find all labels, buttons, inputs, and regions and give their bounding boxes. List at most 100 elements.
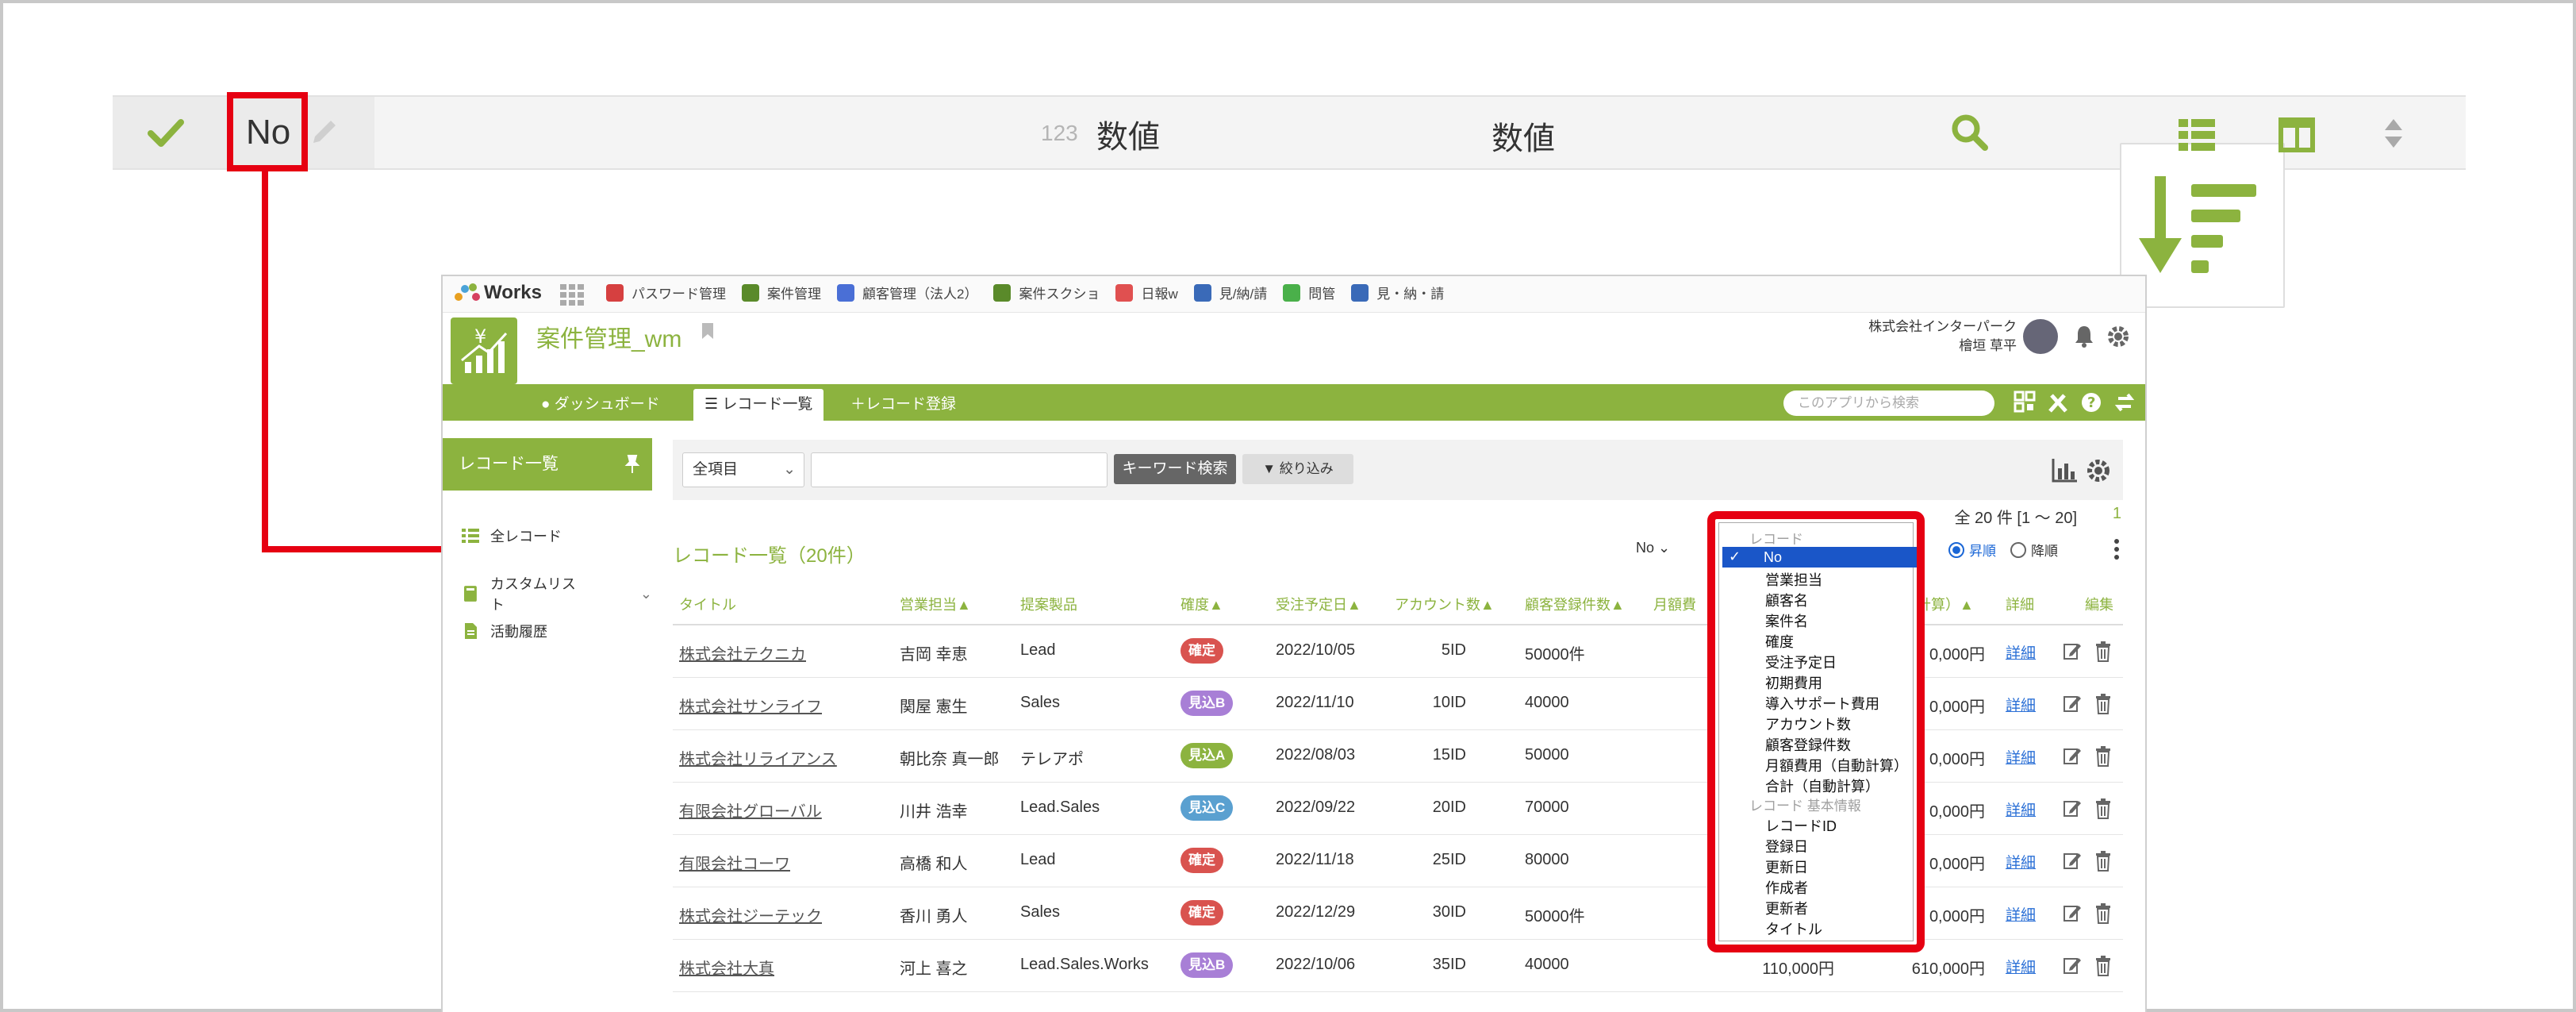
dropdown-option[interactable]: 月額費用（自動計算）	[1765, 755, 1908, 775]
detail-link[interactable]: 詳細	[2006, 694, 2036, 715]
detail-link[interactable]: 詳細	[2006, 903, 2036, 925]
dropdown-option[interactable]: 更新者	[1765, 898, 1808, 918]
column-header-sales[interactable]: 営業担当▲	[900, 594, 971, 614]
detail-link[interactable]: 詳細	[2006, 746, 2036, 768]
dropdown-option[interactable]: タイトル	[1765, 918, 1822, 939]
edit-icon[interactable]	[2063, 641, 2082, 660]
bell-icon[interactable]	[2072, 324, 2096, 348]
help-icon[interactable]: ?	[2080, 391, 2102, 414]
edit-icon[interactable]	[2063, 798, 2082, 818]
trash-icon[interactable]	[2094, 798, 2112, 819]
app-shortcut-item[interactable]: パスワード管理	[606, 283, 726, 302]
trash-icon[interactable]	[2094, 746, 2112, 767]
trash-icon[interactable]	[2094, 694, 2112, 714]
column-header-product[interactable]: 提案製品	[1020, 594, 1077, 614]
tab-dashboard[interactable]: ● ダッシュボード	[530, 389, 671, 421]
app-shortcut-item[interactable]: 見・納・請	[1351, 283, 1444, 302]
app-shortcut-item[interactable]: 案件スクショ	[993, 283, 1100, 302]
dropdown-option[interactable]: 合計（自動計算）	[1765, 775, 1879, 796]
check-icon[interactable]	[146, 113, 186, 152]
detail-link[interactable]: 詳細	[2006, 798, 2036, 820]
app-shortcut-item[interactable]: 問管	[1283, 283, 1335, 302]
works-logo[interactable]: Works	[454, 281, 542, 305]
sidebar-item-custom-list[interactable]: カスタムリスト ⌄	[462, 573, 652, 614]
filter-button[interactable]: ▼ 絞り込み	[1242, 454, 1353, 484]
trash-icon[interactable]	[2094, 956, 2112, 976]
sidebar-item-activity[interactable]: 活動履歴	[462, 621, 547, 641]
app-shortcut-item[interactable]: 案件管理	[742, 283, 821, 302]
dropdown-option[interactable]: 更新日	[1765, 856, 1808, 877]
edit-icon[interactable]	[2063, 694, 2082, 713]
dropdown-option[interactable]: 受注予定日	[1765, 652, 1837, 672]
dropdown-option[interactable]: 顧客名	[1765, 590, 1808, 610]
app-shortcut-item[interactable]: 日報w	[1115, 283, 1178, 302]
trash-icon[interactable]	[2094, 851, 2112, 872]
record-title-link[interactable]: 株式会社大真	[679, 956, 774, 979]
dropdown-option[interactable]: アカウント数	[1765, 714, 1851, 734]
dropdown-option[interactable]: 顧客登録件数	[1765, 734, 1851, 755]
pencil-icon[interactable]	[307, 116, 340, 149]
gear-icon[interactable]	[2085, 457, 2112, 484]
qr-code-icon[interactable]	[2014, 391, 2036, 414]
sidebar-item-all-records[interactable]: 全レコード	[462, 525, 562, 546]
column-header-rank[interactable]: 確度▲	[1181, 594, 1223, 614]
list-view-icon[interactable]	[2179, 117, 2215, 152]
panel-layout-icon[interactable]	[2278, 117, 2315, 152]
detail-link[interactable]: 詳細	[2006, 851, 2036, 872]
dropdown-option[interactable]: 確度	[1765, 631, 1794, 652]
dropdown-option[interactable]: 作成者	[1765, 877, 1808, 898]
record-title-link[interactable]: 有限会社グローバル	[679, 798, 822, 822]
dropdown-option-selected[interactable]: ✓ No	[1722, 547, 1917, 568]
page-number[interactable]: 1	[2113, 505, 2121, 523]
column-header-total[interactable]: 計算）▲	[1917, 594, 1974, 614]
column-header-monthly[interactable]: 月額費	[1653, 594, 1696, 614]
pin-icon[interactable]	[624, 454, 641, 475]
keyword-input[interactable]	[811, 452, 1108, 487]
gear-icon[interactable]	[2106, 324, 2131, 349]
record-title-link[interactable]: 株式会社テクニカ	[679, 641, 806, 664]
record-title-link[interactable]: 株式会社ジーテック	[679, 903, 822, 926]
keyword-search-button[interactable]: キーワード検索	[1114, 454, 1236, 484]
record-title-link[interactable]: 株式会社サンライフ	[679, 694, 822, 717]
edit-icon[interactable]	[2063, 903, 2082, 922]
reorder-icon[interactable]	[2383, 117, 2404, 149]
edit-icon[interactable]	[2063, 851, 2082, 870]
edit-icon[interactable]	[2063, 956, 2082, 975]
detail-link[interactable]: 詳細	[2006, 956, 2036, 977]
chart-icon[interactable]	[2052, 457, 2079, 483]
bookmark-icon[interactable]	[701, 322, 714, 340]
column-header-customers[interactable]: 顧客登録件数▲	[1525, 594, 1625, 614]
record-title-link[interactable]: 有限会社コーワ	[679, 851, 790, 874]
record-title-link[interactable]: 株式会社リライアンス	[679, 746, 837, 769]
column-header-date[interactable]: 受注予定日▲	[1276, 594, 1361, 614]
detail-link[interactable]: 詳細	[2006, 641, 2036, 663]
search-icon[interactable]	[1948, 111, 1991, 154]
dropdown-option[interactable]: 登録日	[1765, 836, 1808, 856]
sort-asc-radio[interactable]: 昇順	[1948, 540, 1996, 560]
field-select[interactable]: 全項目 ⌄	[682, 452, 804, 487]
dropdown-option[interactable]: 営業担当	[1765, 569, 1822, 590]
cell-sales: 川井 浩幸	[900, 803, 968, 821]
column-header-title[interactable]: タイトル	[679, 594, 736, 614]
dropdown-option[interactable]: レコードID	[1765, 815, 1837, 836]
trash-icon[interactable]	[2094, 641, 2112, 662]
app-grid-icon[interactable]	[560, 284, 584, 306]
chevron-down-icon[interactable]: ⌄	[640, 586, 652, 602]
more-menu-icon[interactable]	[2113, 538, 2120, 560]
edit-icon[interactable]	[2063, 746, 2082, 765]
avatar[interactable]	[2023, 319, 2058, 354]
sort-desc-radio[interactable]: 降順	[2010, 540, 2058, 560]
dropdown-option[interactable]: 初期費用	[1765, 672, 1822, 693]
app-shortcut-item[interactable]: 見/納/請	[1193, 283, 1267, 302]
sync-icon[interactable]	[2113, 391, 2136, 414]
trash-icon[interactable]	[2094, 903, 2112, 924]
app-shortcut-item[interactable]: 顧客管理（法人2）	[837, 283, 977, 302]
dropdown-option[interactable]: 案件名	[1765, 610, 1808, 631]
sort-field-select[interactable]: No ⌄	[1636, 540, 1670, 556]
tab-record-list[interactable]: ☰ レコード一覧	[693, 389, 824, 421]
column-header-accounts[interactable]: アカウント数▲	[1395, 594, 1495, 614]
tab-record-register[interactable]: ＋レコード登録	[839, 389, 967, 421]
tools-icon[interactable]	[2047, 391, 2069, 414]
dropdown-option[interactable]: 導入サポート費用	[1765, 693, 1879, 714]
app-search-input[interactable]: このアプリから検索	[1783, 391, 1994, 416]
